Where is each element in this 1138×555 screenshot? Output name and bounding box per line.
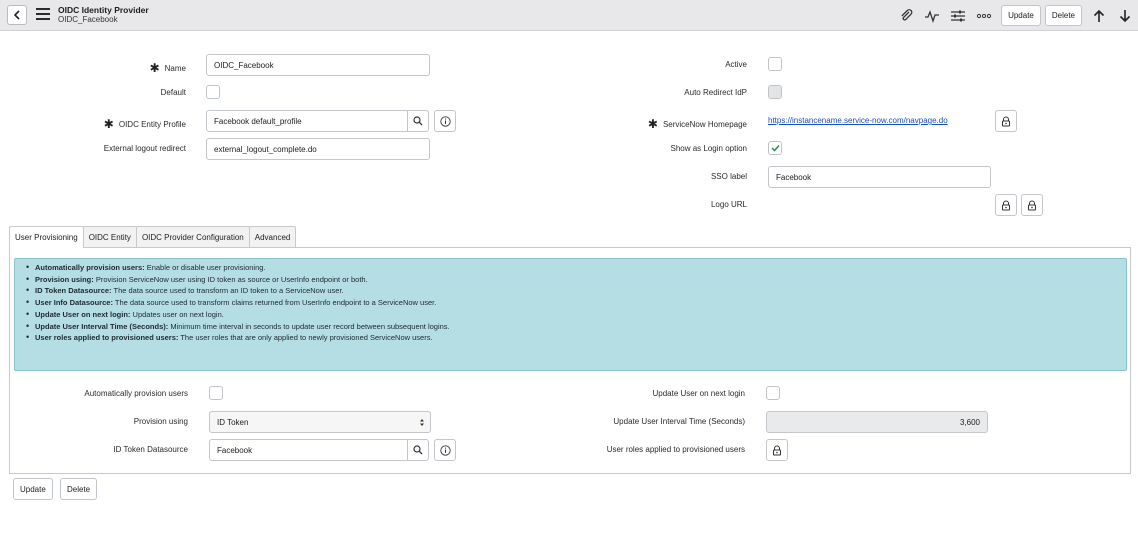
entity-profile-label: ✱ OIDC Entity Profile xyxy=(103,117,186,131)
provision-using-value: ID Token xyxy=(217,417,249,427)
roles-label: User roles applied to provisioned users xyxy=(606,445,745,454)
info-item: Update User on next login: Updates user … xyxy=(26,309,1126,321)
footer-delete-button[interactable]: Delete xyxy=(60,478,98,500)
auto-provision-label: Automatically provision users xyxy=(84,389,188,398)
back-button[interactable] xyxy=(7,5,27,25)
id-token-ds-field[interactable]: Facebook xyxy=(209,439,408,461)
interval-label: Update User Interval Time (Seconds) xyxy=(613,417,745,426)
default-checkbox[interactable] xyxy=(206,85,220,99)
more-options-icon[interactable] xyxy=(971,4,997,28)
info-icon xyxy=(439,115,451,127)
header-actions: Update Delete xyxy=(893,0,1138,31)
roles-lock-button[interactable] xyxy=(766,439,788,461)
header-delete-button[interactable]: Delete xyxy=(1044,5,1082,26)
logo-url-label: Logo URL xyxy=(710,200,747,209)
lock-icon xyxy=(1002,200,1010,210)
auto-redirect-checkbox[interactable] xyxy=(768,85,782,99)
update-next-login-label: Update User on next login xyxy=(652,389,746,398)
provision-using-select[interactable]: ID Token xyxy=(209,411,431,433)
update-next-login-checkbox[interactable] xyxy=(766,386,780,400)
required-icon: ✱ xyxy=(647,117,658,131)
info-item: Update User Interval Time (Seconds): Min… xyxy=(26,321,1126,333)
context-menu-icon[interactable] xyxy=(36,8,50,22)
interval-field: 3,600 xyxy=(766,411,988,433)
sso-label-label: SSO label xyxy=(710,172,747,181)
page-title-block: OIDC Identity Provider OIDC_Facebook xyxy=(58,5,149,25)
id-token-ds-lookup-button[interactable] xyxy=(407,439,429,461)
default-label: Default xyxy=(160,88,186,97)
entity-profile-info-button[interactable] xyxy=(434,110,456,132)
active-checkbox[interactable] xyxy=(768,57,782,71)
attachment-icon[interactable] xyxy=(893,4,919,28)
active-label: Active xyxy=(725,60,747,69)
logout-redirect-field[interactable]: external_logout_complete.do xyxy=(206,138,430,160)
search-icon xyxy=(413,116,423,126)
id-token-ds-label: ID Token Datasource xyxy=(113,445,188,454)
form-header: OIDC Identity Provider OIDC_Facebook Upd… xyxy=(0,0,1138,31)
lock-icon xyxy=(773,445,781,455)
search-icon xyxy=(413,445,423,455)
homepage-link[interactable]: https://instancename.service-now.com/nav… xyxy=(768,116,948,125)
logo-url-lock-button[interactable] xyxy=(995,194,1017,216)
next-record-icon[interactable] xyxy=(1112,4,1138,28)
info-item: User roles applied to provisioned users:… xyxy=(26,332,1126,344)
info-list: Automatically provision users: Enable or… xyxy=(15,259,1126,344)
info-item: ID Token Datasource: The data source use… xyxy=(26,285,1126,297)
provision-using-label: Provision using xyxy=(133,417,188,426)
previous-record-icon[interactable] xyxy=(1086,4,1112,28)
lock-icon xyxy=(1028,200,1036,210)
tab-user-provisioning[interactable]: User Provisioning xyxy=(9,226,84,248)
info-item: Provision using: Provision ServiceNow us… xyxy=(26,274,1126,286)
page-title: OIDC Identity Provider xyxy=(58,5,149,15)
name-label: ✱ Name xyxy=(149,61,186,75)
info-item: User Info Datasource: The data source us… xyxy=(26,297,1126,309)
tab-oidc-provider-configuration[interactable]: OIDC Provider Configuration xyxy=(135,226,250,247)
footer-update-button[interactable]: Update xyxy=(13,478,53,500)
section-tabs: User Provisioning OIDC Entity OIDC Provi… xyxy=(9,226,297,248)
sso-label-field[interactable]: Facebook xyxy=(768,166,991,188)
chevron-left-icon xyxy=(13,10,20,20)
logout-redirect-label: External logout redirect xyxy=(103,144,186,153)
info-message-box: Automatically provision users: Enable or… xyxy=(14,258,1127,371)
record-name: OIDC_Facebook xyxy=(58,15,118,24)
auto-redirect-label: Auto Redirect IdP xyxy=(684,88,747,97)
name-field[interactable]: OIDC_Facebook xyxy=(206,54,430,76)
id-token-ds-info-button[interactable] xyxy=(434,439,456,461)
header-update-button[interactable]: Update xyxy=(1001,5,1041,26)
show-login-label: Show as Login option xyxy=(670,144,748,153)
auto-provision-checkbox[interactable] xyxy=(209,386,223,400)
info-item: Automatically provision users: Enable or… xyxy=(26,262,1126,274)
info-icon xyxy=(439,444,451,456)
lock-icon xyxy=(1002,116,1010,126)
logo-url-unlock-button[interactable] xyxy=(1021,194,1043,216)
tab-advanced[interactable]: Advanced xyxy=(248,226,297,247)
required-icon: ✱ xyxy=(103,117,114,131)
check-icon xyxy=(770,144,780,152)
required-icon: ✱ xyxy=(149,61,160,75)
settings-sliders-icon[interactable] xyxy=(945,4,971,28)
entity-profile-lookup-button[interactable] xyxy=(407,110,429,132)
select-arrows-icon xyxy=(420,418,424,426)
homepage-lock-button[interactable] xyxy=(995,110,1017,132)
homepage-label: ✱ ServiceNow Homepage xyxy=(647,117,747,131)
activity-stream-icon[interactable] xyxy=(919,4,945,28)
tab-oidc-entity[interactable]: OIDC Entity xyxy=(82,226,137,247)
show-login-checkbox[interactable] xyxy=(768,141,782,155)
entity-profile-field[interactable]: Facebook default_profile xyxy=(206,110,408,132)
